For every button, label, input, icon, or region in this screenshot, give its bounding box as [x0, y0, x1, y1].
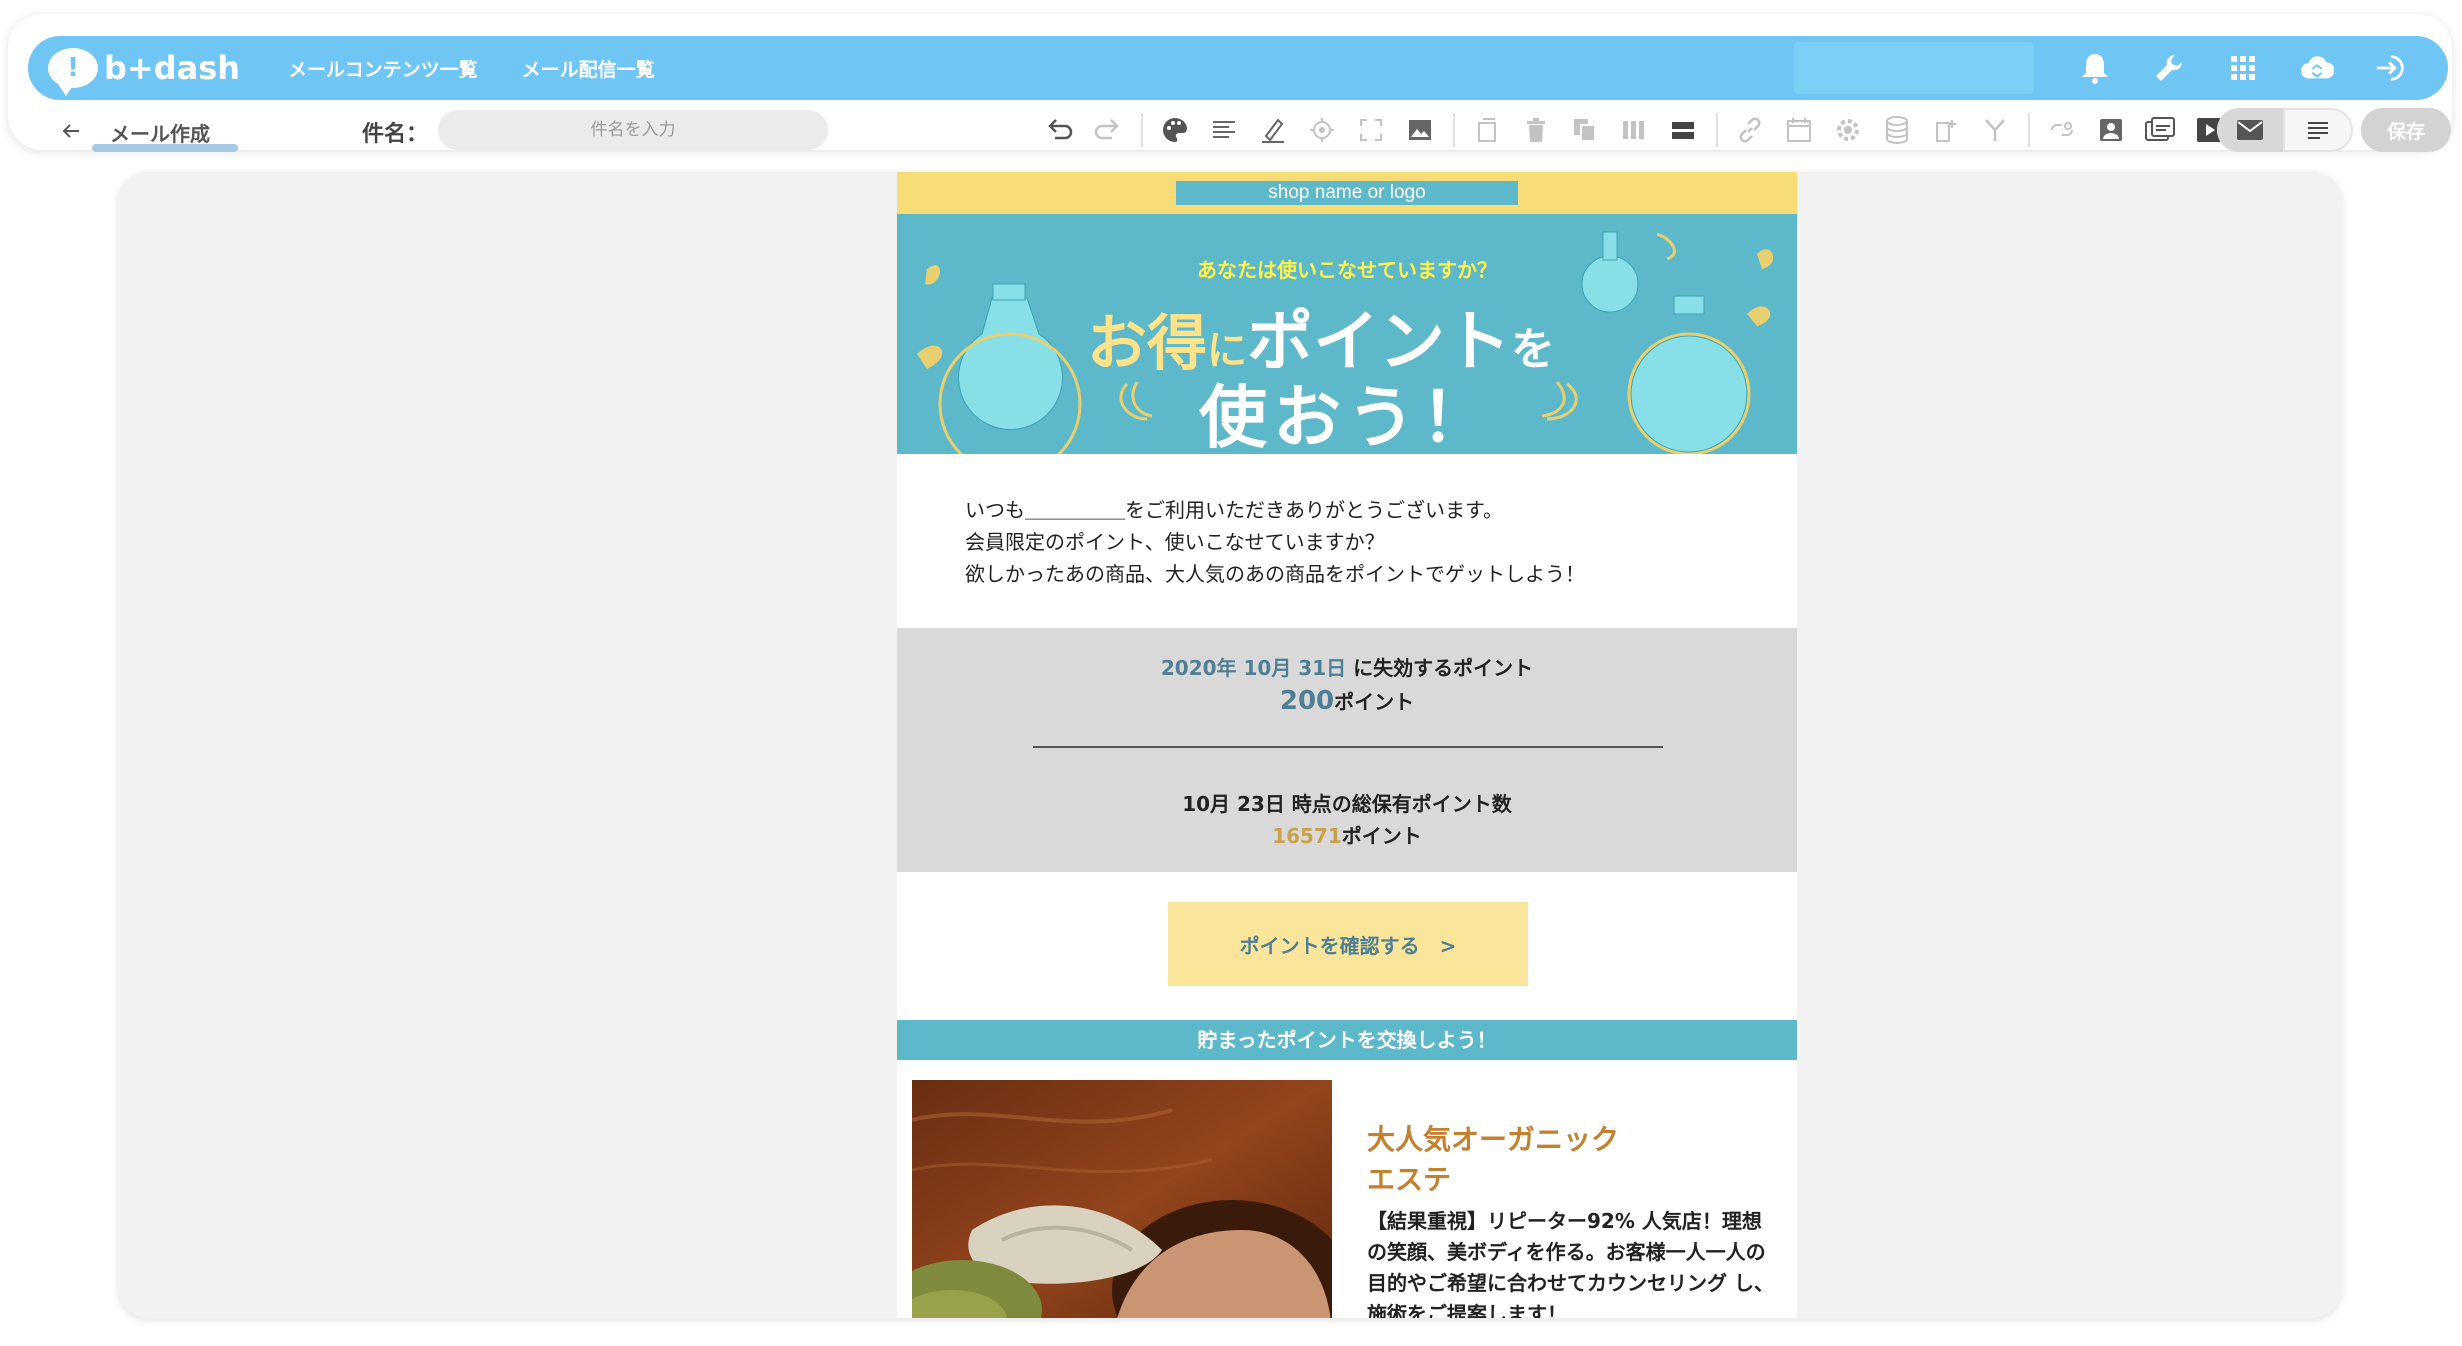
copy-block-icon[interactable]	[1471, 114, 1503, 146]
logo-text: b+dash	[104, 49, 241, 87]
top-navbar: ! b+dash メールコンテンツ一覧 メール配信一覧	[28, 36, 2448, 100]
editor-tools	[1043, 110, 2242, 150]
expiring-points-value: 200ポイント	[897, 686, 1797, 716]
greeting-line: 欲しかったあの商品、大人気のあの商品をポイントでゲットしよう！	[965, 562, 1585, 586]
toolbar-divider	[1141, 113, 1143, 147]
total-points-label: 10月 23日 時点の総保有ポイント数	[1182, 792, 1512, 816]
edit-note-icon[interactable]	[1930, 114, 1962, 146]
top-chrome: ! b+dash メールコンテンツ一覧 メール配信一覧 メール作成 件名： 件名…	[8, 14, 2452, 152]
highlight-icon[interactable]	[1257, 114, 1289, 146]
shop-header-strip[interactable]: shop name or logo	[897, 172, 1797, 214]
align-icon[interactable]	[1208, 114, 1240, 146]
image-icon[interactable]	[1404, 114, 1436, 146]
preview-icon[interactable]	[2144, 114, 2176, 146]
gear-icon[interactable]	[1832, 114, 1864, 146]
product-title: 大人気オーガニック エステ	[1367, 1123, 1620, 1196]
greeting-text-block[interactable]: いつも＿＿＿＿＿をご利用いただきありがとうございます。 会員限定のポイント、使い…	[897, 454, 1797, 628]
database-icon[interactable]	[1881, 114, 1913, 146]
link-icon[interactable]	[1734, 114, 1766, 146]
columns-icon[interactable]	[1618, 114, 1650, 146]
editor-canvas[interactable]: shop name or logo あなたは使いこなせていますか？ お得にポイン…	[118, 172, 2342, 1318]
hero-headline-2: 使おう！	[1198, 379, 1495, 454]
total-points-value: 16571ポイント	[897, 820, 1797, 849]
save-button[interactable]: 保存	[2361, 108, 2451, 152]
points-unit: ポイント	[1341, 824, 1422, 848]
palette-icon[interactable]	[1159, 114, 1191, 146]
toolbar-divider	[2028, 113, 2030, 147]
text-view-icon[interactable]	[2283, 108, 2353, 152]
trash-icon[interactable]	[1520, 114, 1552, 146]
bdash-logo[interactable]: ! b+dash	[48, 48, 241, 96]
cloud-sync-icon[interactable]	[2300, 51, 2334, 85]
duplicate-icon[interactable]	[1569, 114, 1601, 146]
apps-grid-icon[interactable]	[2226, 51, 2260, 85]
product-block[interactable]: 大人気オーガニック エステ 【結果重視】リピーター92% 人気店！理想の笑顔、美…	[897, 1060, 1797, 1318]
total-value: 16571	[1272, 824, 1342, 848]
hero-question: あなたは使いこなせていますか？	[1197, 258, 1497, 282]
points-unit: ポイント	[1334, 690, 1415, 714]
topbar-blank-field[interactable]	[1794, 42, 2034, 94]
points-divider	[1033, 746, 1663, 748]
logo-bubble-icon: !	[48, 48, 98, 96]
bell-icon[interactable]	[2078, 51, 2112, 85]
expire-text: に失効するポイント	[1346, 656, 1534, 680]
product-image[interactable]	[912, 1080, 1332, 1318]
back-arrow-icon[interactable]	[56, 116, 86, 146]
expire-date: 2020年 10月 31日	[1160, 656, 1347, 680]
page-title: メール作成	[110, 122, 210, 146]
rows-icon[interactable]	[1667, 114, 1699, 146]
view-mode-toggle	[2217, 108, 2353, 152]
greeting-line: 会員限定のポイント、使いこなせていますか？	[965, 530, 1385, 554]
fullscreen-icon[interactable]	[1355, 114, 1387, 146]
product-description: 【結果重視】リピーター92% 人気店！理想の笑顔、美ボディを作る。お客様一人一人…	[1367, 1209, 1774, 1318]
person-card-icon[interactable]	[2095, 114, 2127, 146]
link-settings-icon[interactable]	[2046, 114, 2078, 146]
merge-icon[interactable]	[1979, 114, 2011, 146]
undo-icon[interactable]	[1043, 114, 1075, 146]
check-points-button[interactable]: ポイントを確認する >	[1168, 902, 1528, 986]
target-icon[interactable]	[1306, 114, 1338, 146]
shop-logo-placeholder[interactable]: shop name or logo	[1176, 181, 1518, 205]
exchange-banner[interactable]: 貯まったポイントを交換しよう！	[897, 1020, 1797, 1060]
spa-photo	[912, 1080, 1332, 1318]
toolbar-divider	[1716, 113, 1718, 147]
redo-icon[interactable]	[1092, 114, 1124, 146]
nav-mail-deliveries[interactable]: メール配信一覧	[522, 55, 655, 82]
editor-toolbar: メール作成 件名： 件名を入力 保存	[28, 104, 2451, 156]
mail-editor-app: ! b+dash メールコンテンツ一覧 メール配信一覧 メール作成 件名： 件名…	[0, 0, 2462, 1346]
points-summary-block[interactable]: 2020年 10月 31日 に失効するポイント 200ポイント 10月 23日 …	[897, 628, 1797, 872]
title-underline	[92, 144, 238, 152]
calendar-icon[interactable]	[1783, 114, 1815, 146]
greeting-line: いつも＿＿＿＿＿をご利用いただきありがとうございます。	[965, 498, 1503, 522]
subject-input[interactable]	[438, 110, 828, 150]
toolbar-divider	[1453, 113, 1455, 147]
expire-value: 200	[1279, 686, 1335, 716]
top-icon-group	[2038, 36, 2408, 100]
wrench-icon[interactable]	[2152, 51, 2186, 85]
cta-section: ポイントを確認する >	[897, 872, 1797, 1020]
mail-view-icon[interactable]	[2217, 108, 2283, 152]
hero-banner[interactable]: あなたは使いこなせていますか？ お得にポイントを 使おう！	[897, 214, 1797, 454]
logout-icon[interactable]	[2374, 51, 2408, 85]
mail-preview[interactable]: shop name or logo あなたは使いこなせていますか？ お得にポイン…	[897, 172, 1797, 1318]
nav-mail-contents[interactable]: メールコンテンツ一覧	[288, 55, 478, 82]
expiring-points-label: 2020年 10月 31日 に失効するポイント	[897, 652, 1797, 681]
subject-label: 件名：	[362, 122, 429, 147]
